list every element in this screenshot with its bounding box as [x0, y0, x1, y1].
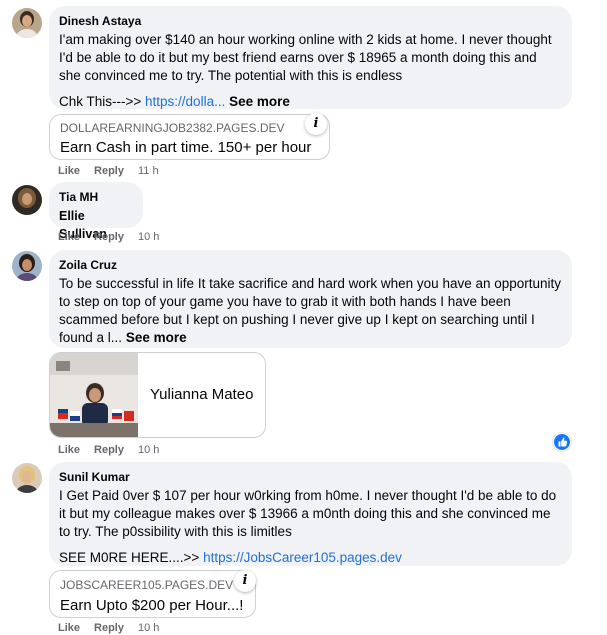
comment-timestamp[interactable]: 10 h	[138, 444, 159, 456]
info-icon[interactable]: i	[234, 570, 256, 592]
comment-bubble: Tia MH Ellie Sullivan	[49, 182, 143, 241]
comment-bubble: Dinesh Astaya I'am making over $140 an h…	[49, 6, 572, 109]
comment-text: I'am making over $140 an hour working on…	[59, 32, 552, 83]
comment-timestamp[interactable]: 10 h	[138, 231, 159, 243]
see-more-link[interactable]: See more	[126, 330, 187, 345]
link-prefix: Chk This--->>	[59, 94, 146, 109]
comment-actions: Like Reply 10 h	[58, 622, 173, 634]
link-title: Earn Upto $200 per Hour...!	[60, 597, 244, 614]
like-button[interactable]: Like	[58, 231, 80, 243]
comment-author[interactable]: Dinesh Astaya	[59, 13, 562, 29]
comment-author[interactable]: Sunil Kumar	[59, 469, 562, 485]
comment-timestamp[interactable]: 10 h	[138, 622, 159, 634]
profile-thumbnail	[50, 353, 138, 437]
reply-button[interactable]: Reply	[94, 622, 124, 634]
like-button[interactable]: Like	[58, 444, 80, 456]
tagged-profile-name: Yulianna Mateo	[150, 386, 254, 403]
comment-link[interactable]: https://dolla...	[145, 94, 225, 109]
link-title: Earn Cash in part time. 150+ per hour	[60, 139, 312, 156]
reply-button[interactable]: Reply	[94, 165, 124, 177]
comment-link-line: SEE M0RE HERE....>> https://JobsCareer10…	[59, 549, 562, 567]
comment-actions: Like Reply 10 h	[58, 444, 173, 456]
reply-button[interactable]: Reply	[94, 231, 124, 243]
avatar[interactable]	[12, 185, 42, 215]
reply-button[interactable]: Reply	[94, 444, 124, 456]
comment-text: I Get Paid 0ver $ 107 per hour w0rking f…	[59, 488, 557, 539]
avatar[interactable]	[12, 463, 42, 493]
comment-author[interactable]: Zoila Cruz	[59, 257, 562, 273]
link-domain: JOBSCAREER105.PAGES.DEV	[60, 578, 234, 592]
like-button[interactable]: Like	[58, 622, 80, 634]
comment-bubble: Sunil Kumar I Get Paid 0ver $ 107 per ho…	[49, 462, 572, 566]
comment-actions: Like Reply 11 h	[58, 165, 173, 177]
link-domain: DOLLAREARNINGJOB2382.PAGES.DEV	[60, 121, 285, 135]
like-button[interactable]: Like	[58, 165, 80, 177]
see-more-link[interactable]: See more	[229, 94, 290, 109]
like-reaction-icon[interactable]	[553, 433, 571, 451]
info-icon[interactable]: i	[305, 113, 327, 135]
comment-timestamp[interactable]: 11 h	[138, 165, 159, 177]
comment-bubble: Zoila Cruz To be successful in life It t…	[49, 250, 572, 348]
link-preview-card[interactable]: DOLLAREARNINGJOB2382.PAGES.DEV Earn Cash…	[49, 113, 330, 160]
tagged-profile-card[interactable]: Yulianna Mateo	[49, 352, 266, 438]
comment-author[interactable]: Tia MH	[59, 189, 133, 205]
comment-text: To be successful in life It take sacrifi…	[59, 275, 562, 347]
link-preview-card[interactable]: JOBSCAREER105.PAGES.DEV Earn Upto $200 p…	[49, 570, 256, 618]
avatar[interactable]	[12, 8, 42, 38]
link-prefix: SEE M0RE HERE....>>	[59, 550, 204, 565]
avatar[interactable]	[12, 251, 42, 281]
comment-actions: Like Reply 10 h	[58, 231, 173, 243]
comment-link[interactable]: https://JobsCareer105.pages.dev	[203, 550, 402, 565]
comment-link-line: Chk This--->> https://dolla... See more	[59, 93, 562, 111]
